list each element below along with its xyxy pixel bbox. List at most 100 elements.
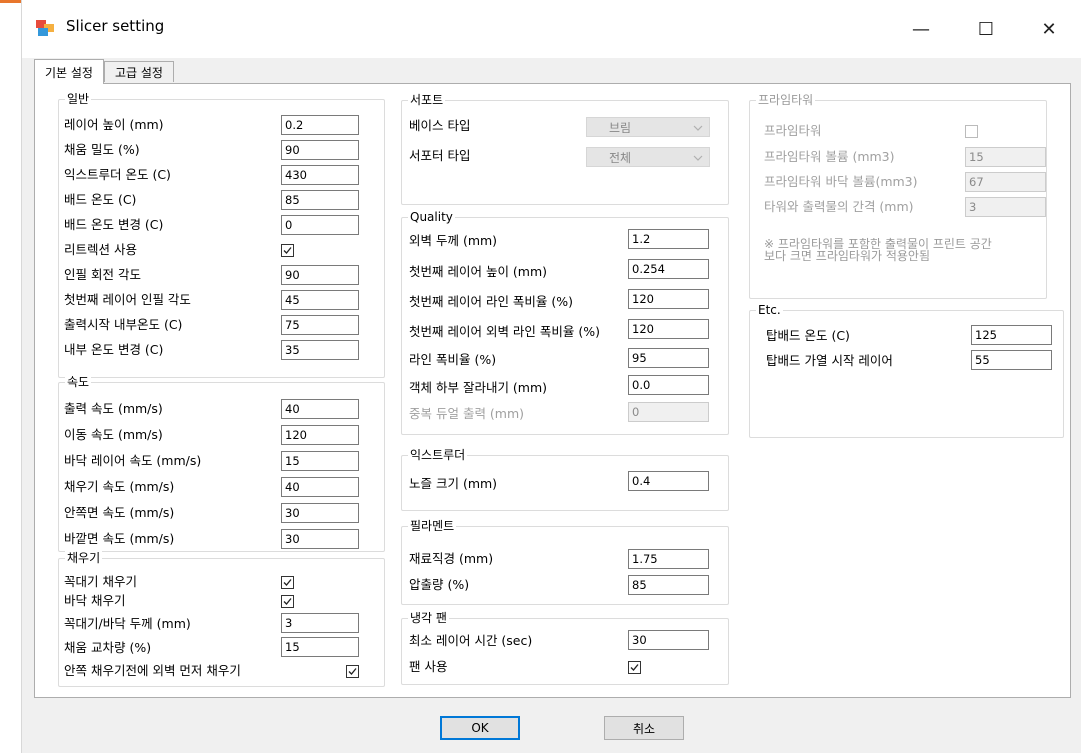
tab-label: 기본 설정	[45, 65, 93, 80]
maximize-button[interactable]: ☐	[957, 0, 1015, 58]
chevron-down-icon	[693, 125, 703, 131]
outer-wall-first-checkbox[interactable]	[346, 665, 359, 678]
inner-wall-speed-input[interactable]: 30	[281, 503, 359, 523]
check-icon	[283, 247, 292, 254]
prime-tower-volume-input[interactable]: 15	[965, 147, 1046, 167]
select-value: 전체	[609, 151, 632, 165]
minimize-icon: —	[912, 18, 930, 40]
internal-temp-change-input[interactable]: 35	[281, 340, 359, 360]
group-title: 필라멘트	[408, 518, 457, 534]
nozzle-size-input[interactable]: 0.4	[628, 471, 709, 491]
travel-speed-input[interactable]: 120	[281, 425, 359, 445]
group-title: 속도	[65, 374, 92, 390]
material-diameter-input[interactable]: 1.75	[628, 549, 709, 569]
group-etc: Etc. 탑배드 온도 (C) 125 탑배드 가열 시작 레이어 55	[749, 302, 1064, 438]
check-icon	[630, 664, 639, 671]
tab-advanced-settings[interactable]: 고급 설정	[104, 61, 174, 82]
group-fill: 채우기 꼭대기 채우기 바닥 채우기 꼭대기/바닥 두께 (mm) 3 채움 교…	[58, 550, 385, 687]
field-label: 서포터 타입	[409, 148, 471, 163]
window-title: Slicer setting	[66, 17, 165, 35]
first-layer-line-width-input[interactable]: 120	[628, 289, 709, 309]
outer-wall-speed-input[interactable]: 30	[281, 529, 359, 549]
button-label: OK	[471, 721, 489, 735]
base-type-select[interactable]: 브림	[586, 117, 710, 137]
start-internal-temp-input[interactable]: 75	[281, 315, 359, 335]
check-icon	[283, 598, 292, 605]
field-label: 바깥면 속도 (mm/s)	[64, 531, 175, 546]
group-speed: 속도 출력 속도 (mm/s) 40 이동 속도 (mm/s) 120 바닥 레…	[58, 374, 385, 552]
field-label: 이동 속도 (mm/s)	[64, 427, 163, 442]
prime-tower-checkbox[interactable]	[965, 125, 978, 138]
field-label: 안쪽면 속도 (mm/s)	[64, 505, 175, 520]
infill-speed-input[interactable]: 40	[281, 477, 359, 497]
extruder-temp-input[interactable]: 430	[281, 165, 359, 185]
field-label: 바닥 채우기	[64, 593, 126, 608]
field-label: 레이어 높이 (mm)	[64, 117, 164, 132]
bottom-fill-checkbox[interactable]	[281, 595, 294, 608]
ok-button[interactable]: OK	[440, 716, 520, 740]
minimize-button[interactable]: —	[892, 0, 950, 58]
field-label: 압출량 (%)	[409, 577, 470, 592]
min-layer-time-input[interactable]: 30	[628, 630, 709, 650]
cancel-button[interactable]: 취소	[604, 716, 684, 740]
field-label: 익스트루더 온도 (C)	[64, 167, 171, 182]
first-layer-infill-angle-input[interactable]: 45	[281, 290, 359, 310]
top-fill-checkbox[interactable]	[281, 576, 294, 589]
fan-enable-checkbox[interactable]	[628, 661, 641, 674]
chevron-down-icon	[693, 155, 703, 161]
first-layer-wall-line-width-input[interactable]: 120	[628, 319, 709, 339]
close-button[interactable]: ✕	[1020, 0, 1078, 58]
prime-tower-bottom-volume-input[interactable]: 67	[965, 172, 1046, 192]
fill-density-input[interactable]: 90	[281, 140, 359, 160]
field-label: 채움 밀도 (%)	[64, 142, 140, 157]
cut-bottom-input[interactable]: 0.0	[628, 375, 709, 395]
field-label: 탑배드 가열 시작 레이어	[766, 353, 893, 368]
button-label: 취소	[632, 721, 656, 736]
group-title: 익스트루더	[408, 447, 468, 463]
field-label: 채우기 속도 (mm/s)	[64, 479, 175, 494]
title-bar[interactable]: Slicer setting — ☐ ✕	[22, 0, 1081, 58]
field-label: 채움 교차량 (%)	[64, 640, 152, 655]
bottom-layer-speed-input[interactable]: 15	[281, 451, 359, 471]
group-quality: Quality 외벽 두께 (mm) 1.2 첫번째 레이어 높이 (mm) 0…	[401, 209, 729, 435]
field-label: 팬 사용	[409, 659, 448, 674]
group-cooling: 냉각 팬 최소 레이어 시간 (sec) 30 팬 사용	[401, 610, 729, 685]
bed-temp-change-input[interactable]: 0	[281, 215, 359, 235]
field-label: 탑배드 온도 (C)	[766, 328, 850, 343]
field-label: 첫번째 레이어 라인 폭비율 (%)	[409, 294, 574, 309]
top-bottom-thickness-input[interactable]: 3	[281, 613, 359, 633]
field-label: 출력시작 내부온도 (C)	[64, 317, 183, 332]
first-layer-height-input[interactable]: 0.254	[628, 259, 709, 279]
field-label: 첫번째 레이어 외벽 라인 폭비율 (%)	[409, 324, 600, 339]
field-label: 배드 온도 (C)	[64, 192, 137, 207]
select-value: 브림	[609, 121, 632, 135]
background-window-strip	[0, 0, 21, 753]
group-title: 일반	[65, 91, 92, 107]
layer-height-input[interactable]: 0.2	[281, 115, 359, 135]
field-label: 바닥 레이어 속도 (mm/s)	[64, 453, 202, 468]
support-type-select[interactable]: 전체	[586, 147, 710, 167]
dual-extrusion-input[interactable]: 0	[628, 402, 709, 422]
fill-overlap-input[interactable]: 15	[281, 637, 359, 657]
group-general: 일반 레이어 높이 (mm) 0.2 채움 밀도 (%) 90 익스트루더 온도…	[58, 91, 385, 378]
field-label: 프라임타워 바닥 볼륨(mm3)	[764, 174, 918, 189]
line-width-input[interactable]: 95	[628, 348, 709, 368]
extrusion-rate-input[interactable]: 85	[628, 575, 709, 595]
top-bed-heat-start-layer-input[interactable]: 55	[971, 350, 1052, 370]
infill-angle-input[interactable]: 90	[281, 265, 359, 285]
wall-thickness-input[interactable]: 1.2	[628, 229, 709, 249]
bed-temp-input[interactable]: 85	[281, 190, 359, 210]
field-label: 내부 온도 변경 (C)	[64, 342, 164, 357]
tab-basic-settings[interactable]: 기본 설정	[34, 59, 104, 84]
field-label: 노즐 크기 (mm)	[409, 476, 498, 491]
top-bed-temp-input[interactable]: 125	[971, 325, 1052, 345]
check-icon	[348, 668, 357, 675]
field-label: 리트렉션 사용	[64, 242, 137, 257]
print-speed-input[interactable]: 40	[281, 399, 359, 419]
retraction-checkbox[interactable]	[281, 244, 294, 257]
group-prime-tower: 프라임타워 프라임타워 프라임타워 볼륨 (mm3) 15 프라임타워 바닥 볼…	[749, 92, 1047, 299]
app-icon	[36, 20, 54, 36]
group-title: Etc.	[756, 302, 783, 318]
tower-gap-input[interactable]: 3	[965, 197, 1046, 217]
group-title: 냉각 팬	[408, 610, 449, 626]
